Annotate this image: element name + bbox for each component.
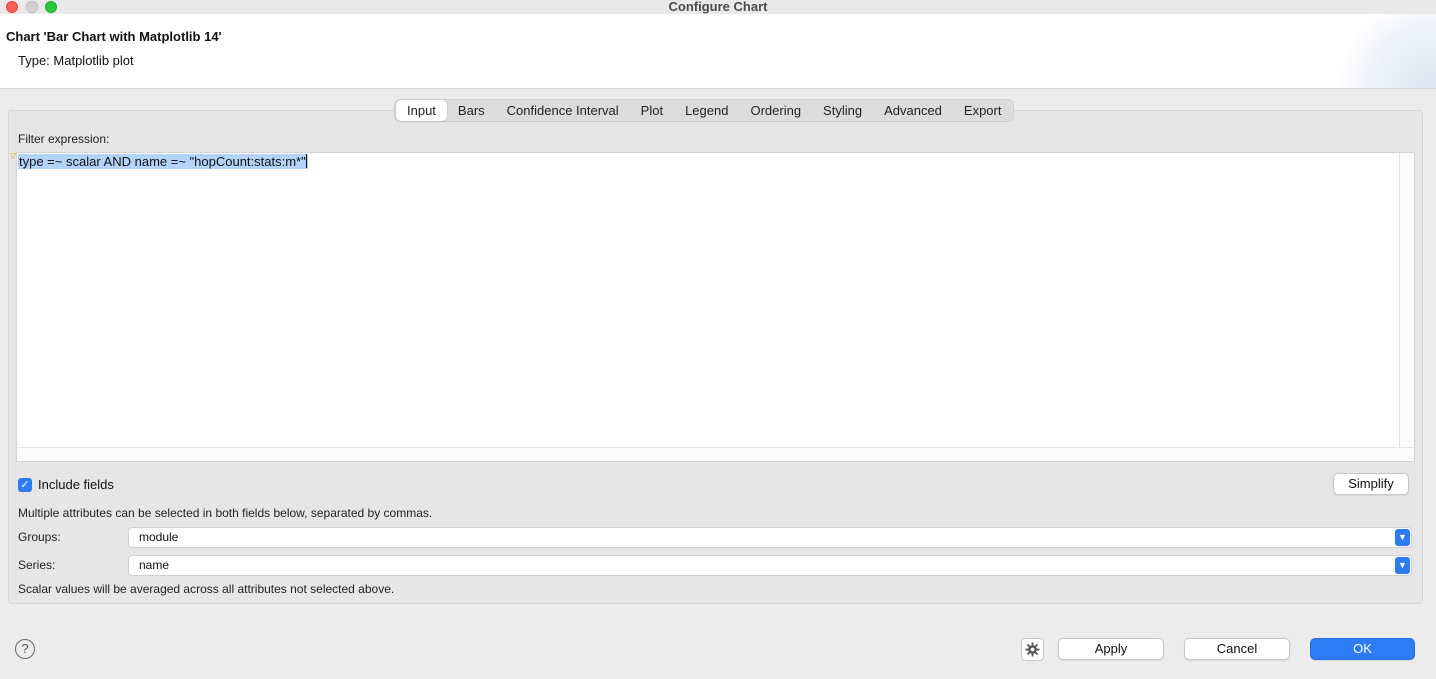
cancel-button[interactable]: Cancel bbox=[1184, 638, 1290, 660]
groups-label: Groups: bbox=[18, 530, 61, 544]
include-fields-checkbox[interactable]: ✓ bbox=[18, 477, 32, 492]
scalar-averaging-note: Scalar values will be averaged across al… bbox=[18, 582, 395, 596]
tab-input[interactable]: Input bbox=[396, 100, 447, 121]
simplify-button[interactable]: Simplify bbox=[1333, 473, 1409, 495]
filter-expression-label: Filter expression: bbox=[18, 132, 110, 146]
horizontal-scrollbar[interactable] bbox=[17, 447, 1414, 461]
chart-title: Chart 'Bar Chart with Matplotlib 14' bbox=[6, 29, 222, 44]
include-fields-row: ✓ Include fields bbox=[18, 477, 114, 492]
multiple-attributes-note: Multiple attributes can be selected in b… bbox=[18, 506, 433, 520]
filter-expression-editor[interactable]: type =~ scalar AND name =~ "hopCount:sta… bbox=[16, 152, 1415, 462]
question-mark-icon[interactable]: ? bbox=[15, 639, 35, 659]
vertical-scrollbar[interactable] bbox=[1399, 153, 1414, 449]
series-label: Series: bbox=[18, 558, 56, 572]
dialog-header: Chart 'Bar Chart with Matplotlib 14' Typ… bbox=[0, 14, 1436, 89]
include-fields-label: Include fields bbox=[38, 477, 114, 492]
tab-legend[interactable]: Legend bbox=[674, 100, 739, 121]
filter-expression-text: type =~ scalar AND name =~ "hopCount:sta… bbox=[18, 154, 308, 169]
text-caret bbox=[305, 154, 307, 168]
tab-bars[interactable]: Bars bbox=[447, 100, 496, 121]
title-bar: Configure Chart bbox=[0, 0, 1436, 14]
tab-confidence-interval[interactable]: Confidence Interval bbox=[496, 100, 630, 121]
tab-styling[interactable]: Styling bbox=[812, 100, 873, 121]
tab-advanced[interactable]: Advanced bbox=[873, 100, 953, 121]
groups-combo[interactable]: module ▼ bbox=[128, 527, 1412, 548]
tab-export[interactable]: Export bbox=[953, 100, 1013, 121]
header-decoration bbox=[1326, 14, 1436, 88]
tab-bar: Input Bars Confidence Interval Plot Lege… bbox=[394, 99, 1015, 122]
series-value: name bbox=[139, 558, 170, 572]
chevron-down-icon[interactable]: ▼ bbox=[1395, 529, 1410, 546]
chevron-down-icon[interactable]: ▼ bbox=[1395, 557, 1410, 574]
tab-ordering[interactable]: Ordering bbox=[739, 100, 812, 121]
groups-value: module bbox=[139, 530, 179, 544]
series-combo[interactable]: name ▼ bbox=[128, 555, 1412, 576]
gear-icon bbox=[1025, 642, 1040, 657]
settings-button[interactable] bbox=[1021, 638, 1044, 661]
ok-button[interactable]: OK bbox=[1310, 638, 1415, 660]
window-title: Configure Chart bbox=[668, 0, 768, 14]
tab-plot[interactable]: Plot bbox=[630, 100, 674, 121]
chart-type: Type: Matplotlib plot bbox=[18, 53, 134, 68]
filter-expression-value: type =~ scalar AND name =~ "hopCount:sta… bbox=[19, 154, 306, 169]
apply-button[interactable]: Apply bbox=[1058, 638, 1164, 660]
